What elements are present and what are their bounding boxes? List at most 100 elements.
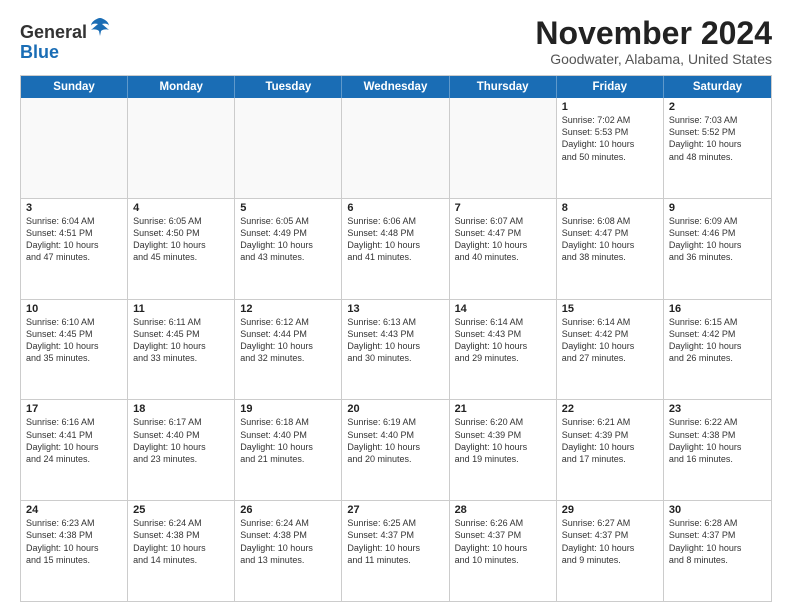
cell-info: Sunrise: 6:28 AM Sunset: 4:37 PM Dayligh…: [669, 517, 766, 566]
cell-info: Sunrise: 6:17 AM Sunset: 4:40 PM Dayligh…: [133, 416, 229, 465]
calendar-cell: 23Sunrise: 6:22 AM Sunset: 4:38 PM Dayli…: [664, 400, 771, 500]
calendar-cell: 10Sunrise: 6:10 AM Sunset: 4:45 PM Dayli…: [21, 300, 128, 400]
page: General Blue November 2024 Goodwater, Al…: [0, 0, 792, 612]
day-number: 10: [26, 303, 122, 315]
calendar-cell: [450, 98, 557, 198]
logo-general: General: [20, 22, 87, 42]
calendar-cell: [128, 98, 235, 198]
calendar-cell: 7Sunrise: 6:07 AM Sunset: 4:47 PM Daylig…: [450, 199, 557, 299]
calendar-row: 10Sunrise: 6:10 AM Sunset: 4:45 PM Dayli…: [21, 300, 771, 401]
day-number: 26: [240, 504, 336, 516]
calendar-cell: 9Sunrise: 6:09 AM Sunset: 4:46 PM Daylig…: [664, 199, 771, 299]
cell-info: Sunrise: 6:08 AM Sunset: 4:47 PM Dayligh…: [562, 215, 658, 264]
calendar-header: SundayMondayTuesdayWednesdayThursdayFrid…: [21, 76, 771, 98]
day-number: 20: [347, 403, 443, 415]
logo-blue: Blue: [20, 42, 59, 62]
cell-info: Sunrise: 6:12 AM Sunset: 4:44 PM Dayligh…: [240, 316, 336, 365]
day-number: 9: [669, 202, 766, 214]
day-number: 18: [133, 403, 229, 415]
day-number: 15: [562, 303, 658, 315]
cell-info: Sunrise: 6:19 AM Sunset: 4:40 PM Dayligh…: [347, 416, 443, 465]
cell-info: Sunrise: 6:09 AM Sunset: 4:46 PM Dayligh…: [669, 215, 766, 264]
cell-info: Sunrise: 6:05 AM Sunset: 4:49 PM Dayligh…: [240, 215, 336, 264]
calendar-cell: 17Sunrise: 6:16 AM Sunset: 4:41 PM Dayli…: [21, 400, 128, 500]
calendar-cell: 28Sunrise: 6:26 AM Sunset: 4:37 PM Dayli…: [450, 501, 557, 601]
day-number: 27: [347, 504, 443, 516]
month-title: November 2024: [535, 16, 772, 51]
header: General Blue November 2024 Goodwater, Al…: [20, 16, 772, 67]
cell-info: Sunrise: 6:18 AM Sunset: 4:40 PM Dayligh…: [240, 416, 336, 465]
day-number: 2: [669, 101, 766, 113]
calendar: SundayMondayTuesdayWednesdayThursdayFrid…: [20, 75, 772, 602]
cell-info: Sunrise: 6:04 AM Sunset: 4:51 PM Dayligh…: [26, 215, 122, 264]
cell-info: Sunrise: 7:02 AM Sunset: 5:53 PM Dayligh…: [562, 114, 658, 163]
day-number: 25: [133, 504, 229, 516]
cell-info: Sunrise: 6:14 AM Sunset: 4:42 PM Dayligh…: [562, 316, 658, 365]
day-number: 17: [26, 403, 122, 415]
day-number: 6: [347, 202, 443, 214]
title-section: November 2024 Goodwater, Alabama, United…: [535, 16, 772, 67]
calendar-cell: 4Sunrise: 6:05 AM Sunset: 4:50 PM Daylig…: [128, 199, 235, 299]
calendar-cell: [342, 98, 449, 198]
logo: General Blue: [20, 16, 111, 63]
cell-info: Sunrise: 6:15 AM Sunset: 4:42 PM Dayligh…: [669, 316, 766, 365]
cell-info: Sunrise: 6:13 AM Sunset: 4:43 PM Dayligh…: [347, 316, 443, 365]
weekday-header: Thursday: [450, 76, 557, 98]
cell-info: Sunrise: 6:20 AM Sunset: 4:39 PM Dayligh…: [455, 416, 551, 465]
calendar-cell: 1Sunrise: 7:02 AM Sunset: 5:53 PM Daylig…: [557, 98, 664, 198]
calendar-cell: 22Sunrise: 6:21 AM Sunset: 4:39 PM Dayli…: [557, 400, 664, 500]
weekday-header: Tuesday: [235, 76, 342, 98]
calendar-cell: 26Sunrise: 6:24 AM Sunset: 4:38 PM Dayli…: [235, 501, 342, 601]
cell-info: Sunrise: 6:22 AM Sunset: 4:38 PM Dayligh…: [669, 416, 766, 465]
cell-info: Sunrise: 6:21 AM Sunset: 4:39 PM Dayligh…: [562, 416, 658, 465]
calendar-cell: 11Sunrise: 6:11 AM Sunset: 4:45 PM Dayli…: [128, 300, 235, 400]
calendar-row: 1Sunrise: 7:02 AM Sunset: 5:53 PM Daylig…: [21, 98, 771, 199]
day-number: 5: [240, 202, 336, 214]
calendar-cell: 18Sunrise: 6:17 AM Sunset: 4:40 PM Dayli…: [128, 400, 235, 500]
cell-info: Sunrise: 6:24 AM Sunset: 4:38 PM Dayligh…: [240, 517, 336, 566]
calendar-cell: 21Sunrise: 6:20 AM Sunset: 4:39 PM Dayli…: [450, 400, 557, 500]
cell-info: Sunrise: 6:23 AM Sunset: 4:38 PM Dayligh…: [26, 517, 122, 566]
day-number: 30: [669, 504, 766, 516]
cell-info: Sunrise: 6:27 AM Sunset: 4:37 PM Dayligh…: [562, 517, 658, 566]
day-number: 21: [455, 403, 551, 415]
calendar-cell: 3Sunrise: 6:04 AM Sunset: 4:51 PM Daylig…: [21, 199, 128, 299]
day-number: 29: [562, 504, 658, 516]
day-number: 13: [347, 303, 443, 315]
calendar-cell: 29Sunrise: 6:27 AM Sunset: 4:37 PM Dayli…: [557, 501, 664, 601]
calendar-cell: 15Sunrise: 6:14 AM Sunset: 4:42 PM Dayli…: [557, 300, 664, 400]
calendar-body: 1Sunrise: 7:02 AM Sunset: 5:53 PM Daylig…: [21, 98, 771, 601]
calendar-cell: 12Sunrise: 6:12 AM Sunset: 4:44 PM Dayli…: [235, 300, 342, 400]
calendar-cell: 24Sunrise: 6:23 AM Sunset: 4:38 PM Dayli…: [21, 501, 128, 601]
calendar-cell: [235, 98, 342, 198]
calendar-row: 3Sunrise: 6:04 AM Sunset: 4:51 PM Daylig…: [21, 199, 771, 300]
calendar-cell: 13Sunrise: 6:13 AM Sunset: 4:43 PM Dayli…: [342, 300, 449, 400]
calendar-cell: 27Sunrise: 6:25 AM Sunset: 4:37 PM Dayli…: [342, 501, 449, 601]
calendar-cell: [21, 98, 128, 198]
day-number: 24: [26, 504, 122, 516]
day-number: 16: [669, 303, 766, 315]
day-number: 7: [455, 202, 551, 214]
calendar-cell: 5Sunrise: 6:05 AM Sunset: 4:49 PM Daylig…: [235, 199, 342, 299]
cell-info: Sunrise: 6:24 AM Sunset: 4:38 PM Dayligh…: [133, 517, 229, 566]
cell-info: Sunrise: 6:06 AM Sunset: 4:48 PM Dayligh…: [347, 215, 443, 264]
calendar-row: 17Sunrise: 6:16 AM Sunset: 4:41 PM Dayli…: [21, 400, 771, 501]
day-number: 28: [455, 504, 551, 516]
day-number: 14: [455, 303, 551, 315]
weekday-header: Monday: [128, 76, 235, 98]
logo-bird-icon: [89, 16, 111, 38]
cell-info: Sunrise: 6:05 AM Sunset: 4:50 PM Dayligh…: [133, 215, 229, 264]
cell-info: Sunrise: 6:26 AM Sunset: 4:37 PM Dayligh…: [455, 517, 551, 566]
calendar-cell: 25Sunrise: 6:24 AM Sunset: 4:38 PM Dayli…: [128, 501, 235, 601]
day-number: 1: [562, 101, 658, 113]
day-number: 3: [26, 202, 122, 214]
weekday-header: Friday: [557, 76, 664, 98]
cell-info: Sunrise: 6:14 AM Sunset: 4:43 PM Dayligh…: [455, 316, 551, 365]
cell-info: Sunrise: 6:10 AM Sunset: 4:45 PM Dayligh…: [26, 316, 122, 365]
calendar-row: 24Sunrise: 6:23 AM Sunset: 4:38 PM Dayli…: [21, 501, 771, 601]
calendar-cell: 19Sunrise: 6:18 AM Sunset: 4:40 PM Dayli…: [235, 400, 342, 500]
location: Goodwater, Alabama, United States: [535, 51, 772, 67]
weekday-header: Sunday: [21, 76, 128, 98]
day-number: 11: [133, 303, 229, 315]
calendar-cell: 14Sunrise: 6:14 AM Sunset: 4:43 PM Dayli…: [450, 300, 557, 400]
